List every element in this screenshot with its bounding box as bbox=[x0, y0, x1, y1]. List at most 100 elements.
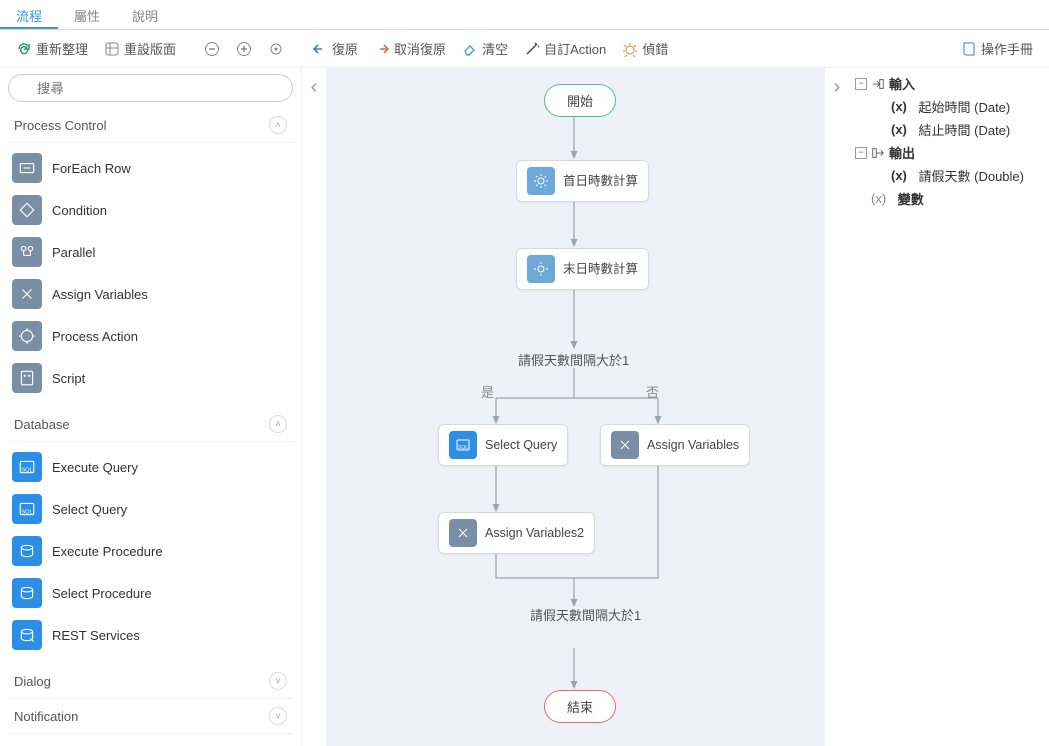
layout-icon bbox=[104, 41, 120, 57]
end-label: 結束 bbox=[567, 700, 593, 715]
debug-button[interactable]: 偵錯 bbox=[616, 37, 674, 60]
palette-item-select-procedure[interactable]: Select Procedure bbox=[8, 572, 293, 614]
chevron-down-icon: ˅ bbox=[269, 672, 287, 690]
palette[interactable]: Process Control ˄ ForEach Row Condition Para… bbox=[0, 108, 301, 746]
tree-var-endtime[interactable]: (x) 結止時間 (Date) bbox=[855, 118, 1043, 141]
chevron-up-icon: ˄ bbox=[269, 116, 287, 134]
zoom-out-button[interactable] bbox=[198, 39, 226, 59]
group-title: Notification bbox=[14, 709, 78, 724]
tree-label: 輸入 bbox=[889, 74, 915, 93]
tree-label: 變數 bbox=[898, 189, 924, 208]
tab-properties[interactable]: 屬性 bbox=[58, 0, 116, 29]
custom-action-button[interactable]: 自訂Action bbox=[518, 37, 612, 60]
tree-variables-group[interactable]: (x) 變數 bbox=[855, 187, 1043, 210]
palette-item-label: Condition bbox=[52, 203, 107, 218]
zoom-fit-button[interactable] bbox=[262, 39, 290, 59]
palette-item-execute-procedure[interactable]: Execute Procedure bbox=[8, 530, 293, 572]
group-title: Process Control bbox=[14, 118, 106, 133]
group-header-dialog[interactable]: Dialog˅ bbox=[8, 664, 293, 699]
minus-box-icon[interactable]: − bbox=[855, 78, 867, 90]
node-first-day-hours[interactable]: 首日時數計算 bbox=[516, 160, 649, 202]
node-label: 首日時數計算 bbox=[563, 174, 638, 189]
x-icon: (x) bbox=[891, 168, 907, 183]
palette-item-label: Select Procedure bbox=[52, 586, 152, 601]
start-node[interactable]: 開始 bbox=[544, 84, 616, 117]
undo-icon bbox=[312, 41, 328, 57]
condition-label-1: 請假天數間隔大於1 bbox=[518, 350, 629, 369]
collapse-right-handle[interactable]: › bbox=[825, 68, 849, 746]
group-header-database[interactable]: Database˄ bbox=[8, 407, 293, 442]
undo-button[interactable]: 復原 bbox=[306, 37, 364, 60]
node-label: Assign Variables2 bbox=[485, 526, 584, 541]
node-assign-variables[interactable]: Assign Variables bbox=[600, 424, 750, 466]
tree-label: 請假天數 (Double) bbox=[919, 166, 1024, 185]
assign-icon bbox=[611, 431, 639, 459]
node-last-day-hours[interactable]: 末日時數計算 bbox=[516, 248, 649, 290]
palette-item-process-action[interactable]: Process Action bbox=[8, 315, 293, 357]
palette-item-label: Process Action bbox=[52, 329, 138, 344]
palette-item-foreach-row[interactable]: ForEach Row bbox=[8, 147, 293, 189]
clear-label: 清空 bbox=[482, 39, 508, 58]
arrow-in-icon bbox=[871, 77, 885, 91]
manual-label: 操作手冊 bbox=[981, 39, 1033, 58]
minus-box-icon[interactable]: − bbox=[855, 147, 867, 159]
palette-item-parallel[interactable]: Parallel bbox=[8, 231, 293, 273]
top-tabs: 流程 屬性 說明 bbox=[0, 0, 1049, 30]
svg-text:SQL: SQL bbox=[458, 445, 468, 451]
node-label: 末日時數計算 bbox=[563, 262, 638, 277]
exep-icon bbox=[12, 536, 42, 566]
search-input[interactable] bbox=[8, 74, 293, 102]
arrow-out-icon bbox=[871, 146, 885, 160]
zoom-in-button[interactable] bbox=[230, 39, 258, 59]
selq-icon: SQL bbox=[12, 494, 42, 524]
palette-item-assign-variables[interactable]: Assign Variables bbox=[8, 273, 293, 315]
palette-item-label: ForEach Row bbox=[52, 161, 131, 176]
palette-item-label: Execute Procedure bbox=[52, 544, 163, 559]
redo-button[interactable]: 取消復原 bbox=[368, 37, 452, 60]
tab-help[interactable]: 說明 bbox=[116, 0, 174, 29]
palette-item-execute-query[interactable]: SQL Execute Query bbox=[8, 446, 293, 488]
palette-item-label: Select Query bbox=[52, 502, 127, 517]
tree-output-group[interactable]: − 輸出 bbox=[855, 141, 1043, 164]
palette-item-select-query[interactable]: SQL Select Query bbox=[8, 488, 293, 530]
exeq-icon: SQL bbox=[12, 452, 42, 482]
condition-icon bbox=[12, 195, 42, 225]
merge-label: 請假天數間隔大於1 bbox=[530, 608, 618, 625]
debug-label: 偵錯 bbox=[642, 39, 668, 58]
minus-circle-icon bbox=[204, 41, 220, 57]
foreach-icon bbox=[12, 153, 42, 183]
eraser-icon bbox=[462, 41, 478, 57]
target-icon bbox=[268, 41, 284, 57]
palette-item-rest-services[interactable]: REST Services bbox=[8, 614, 293, 656]
variables-panel: − 輸入 (x) 起始時間 (Date) (x) 結止時間 (Date) − 輸… bbox=[849, 68, 1049, 746]
refresh-label: 重新整理 bbox=[36, 39, 88, 58]
clear-button[interactable]: 清空 bbox=[456, 37, 514, 60]
palette-item-condition[interactable]: Condition bbox=[8, 189, 293, 231]
tree-var-starttime[interactable]: (x) 起始時間 (Date) bbox=[855, 95, 1043, 118]
gear-icon bbox=[527, 167, 555, 195]
group-header-notification[interactable]: Notification˅ bbox=[8, 699, 293, 734]
palette-item-script[interactable]: Script bbox=[8, 357, 293, 399]
custom-action-label: 自訂Action bbox=[544, 39, 606, 58]
reset-layout-button[interactable]: 重設版面 bbox=[98, 37, 182, 60]
left-panel: Process Control ˄ ForEach Row Condition Para… bbox=[0, 68, 302, 746]
canvas[interactable]: 開始 首日時數計算 末日時數計算 請假天數間隔大於1 是 否 SQL Selec… bbox=[326, 68, 825, 746]
tree-var-leavedays[interactable]: (x) 請假天數 (Double) bbox=[855, 164, 1043, 187]
rest-icon bbox=[12, 620, 42, 650]
node-select-query[interactable]: SQL Select Query bbox=[438, 424, 568, 466]
end-node[interactable]: 結束 bbox=[544, 690, 616, 723]
manual-button[interactable]: 操作手冊 bbox=[955, 37, 1039, 60]
tab-flow[interactable]: 流程 bbox=[0, 0, 58, 29]
reset-layout-label: 重設版面 bbox=[124, 39, 176, 58]
collapse-left-handle[interactable]: ‹ bbox=[302, 68, 326, 746]
palette-item-label: Execute Query bbox=[52, 460, 138, 475]
bug-icon bbox=[622, 41, 638, 57]
start-label: 開始 bbox=[567, 94, 593, 109]
tree-label: 起始時間 (Date) bbox=[919, 97, 1011, 116]
tree-input-group[interactable]: − 輸入 bbox=[855, 72, 1043, 95]
node-assign-variables-2[interactable]: Assign Variables2 bbox=[438, 512, 595, 554]
group-header-process-control[interactable]: Process Control ˄ bbox=[8, 108, 293, 143]
tree-label: 輸出 bbox=[889, 143, 915, 162]
refresh-button[interactable]: 重新整理 bbox=[10, 37, 94, 60]
x-icon: (x) bbox=[891, 122, 907, 137]
